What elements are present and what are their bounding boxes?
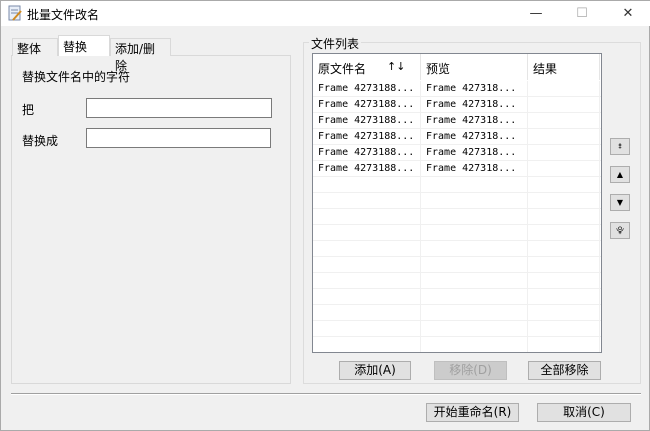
cell-preview: Frame 427318...: [421, 97, 528, 113]
window-title: 批量文件改名: [27, 8, 100, 22]
cell-original: [313, 241, 421, 257]
column-header-preview[interactable]: 预览: [421, 54, 528, 80]
cell-result: [528, 289, 600, 305]
cell-original: Frame 4273188...: [313, 145, 421, 161]
cell-original: [313, 257, 421, 273]
table-row[interactable]: Frame 4273188... Frame 427318...: [313, 113, 601, 129]
title-bar: 批量文件改名 — ☐ ✕: [1, 1, 650, 26]
table-row[interactable]: Frame 4273188... Frame 427318...: [313, 81, 601, 97]
table-row: [313, 241, 601, 257]
table-row: [313, 337, 601, 352]
cell-result: [528, 209, 600, 225]
table-row: [313, 321, 601, 337]
cancel-button[interactable]: 取消(C): [537, 403, 631, 422]
cell-result: [528, 129, 600, 145]
column-header-original[interactable]: 原文件名 ↑↓: [313, 54, 421, 80]
cell-result: [528, 97, 600, 113]
move-top-button[interactable]: ⯒: [610, 138, 630, 155]
cell-result: [528, 273, 600, 289]
cell-preview: [421, 241, 528, 257]
cell-preview: [421, 257, 528, 273]
cell-preview: [421, 289, 528, 305]
cell-preview: Frame 427318...: [421, 145, 528, 161]
cell-result: [528, 145, 600, 161]
cell-result: [528, 305, 600, 321]
cell-preview: [421, 337, 528, 352]
cell-original: [313, 305, 421, 321]
cell-preview: [421, 273, 528, 289]
from-input[interactable]: [86, 98, 272, 118]
column-header-result[interactable]: 结果: [528, 54, 600, 80]
tab-add-delete[interactable]: 添加/删除: [110, 38, 171, 73]
cell-result: [528, 337, 600, 352]
cell-original: [313, 321, 421, 337]
document-edit-icon: [8, 5, 22, 21]
remove-all-button[interactable]: 全部移除: [528, 361, 601, 380]
tab-overall[interactable]: 整体: [12, 38, 58, 56]
tab-replace[interactable]: 替换: [58, 35, 110, 56]
remove-button[interactable]: 移除(D): [434, 361, 507, 380]
cell-original: Frame 4273188...: [313, 161, 421, 177]
cell-original: [313, 177, 421, 193]
table-row[interactable]: Frame 4273188... Frame 427318...: [313, 145, 601, 161]
minimize-button[interactable]: —: [513, 1, 559, 26]
table-row: [313, 289, 601, 305]
cell-result: [528, 161, 600, 177]
table-row: [313, 273, 601, 289]
column-original-label: 原文件名: [318, 62, 367, 76]
sort-icon: ↑↓: [387, 60, 406, 73]
table-row: [313, 257, 601, 273]
cell-original: Frame 4273188...: [313, 113, 421, 129]
cell-result: [528, 257, 600, 273]
cell-preview: [421, 225, 528, 241]
table-row: [313, 305, 601, 321]
cell-preview: [421, 209, 528, 225]
cell-preview: [421, 177, 528, 193]
cell-preview: Frame 427318...: [421, 161, 528, 177]
to-label: 替换成: [22, 134, 59, 148]
cell-preview: [421, 193, 528, 209]
start-rename-button[interactable]: 开始重命名(R): [426, 403, 519, 422]
table-row: [313, 209, 601, 225]
table-row[interactable]: Frame 4273188... Frame 427318...: [313, 97, 601, 113]
cell-preview: [421, 305, 528, 321]
cell-result: [528, 193, 600, 209]
file-list[interactable]: 原文件名 ↑↓ 预览 结果 Frame 4273188... Frame 4273…: [312, 53, 602, 353]
cell-original: Frame 4273188...: [313, 129, 421, 145]
cell-original: [313, 289, 421, 305]
cell-preview: Frame 427318...: [421, 129, 528, 145]
table-row[interactable]: Frame 4273188... Frame 427318...: [313, 129, 601, 145]
cell-original: [313, 209, 421, 225]
cell-original: [313, 225, 421, 241]
cell-result: [528, 113, 600, 129]
cell-preview: Frame 427318...: [421, 113, 528, 129]
cell-original: [313, 337, 421, 352]
maximize-button[interactable]: ☐: [559, 1, 605, 26]
cell-original: [313, 273, 421, 289]
cell-original: [313, 193, 421, 209]
cell-original: Frame 4273188...: [313, 97, 421, 113]
cell-preview: Frame 427318...: [421, 81, 528, 97]
move-down-button[interactable]: ▼: [610, 194, 630, 211]
cell-result: [528, 321, 600, 337]
cell-result: [528, 81, 600, 97]
file-list-label: 文件列表: [309, 35, 362, 52]
cell-preview: [421, 321, 528, 337]
cell-result: [528, 225, 600, 241]
table-row: [313, 177, 601, 193]
table-row: [313, 193, 601, 209]
add-button[interactable]: 添加(A): [339, 361, 411, 380]
move-bottom-button[interactable]: ⯓: [610, 222, 630, 239]
cell-result: [528, 241, 600, 257]
close-button[interactable]: ✕: [605, 1, 650, 26]
move-up-button[interactable]: ▲: [610, 166, 630, 183]
from-label: 把: [22, 103, 35, 117]
cell-result: [528, 177, 600, 193]
cell-original: Frame 4273188...: [313, 81, 421, 97]
separator: [11, 393, 641, 395]
to-input[interactable]: [86, 128, 271, 148]
table-row[interactable]: Frame 4273188... Frame 427318...: [313, 161, 601, 177]
replace-heading: 替换文件名中的字符: [22, 70, 131, 84]
table-row: [313, 225, 601, 241]
